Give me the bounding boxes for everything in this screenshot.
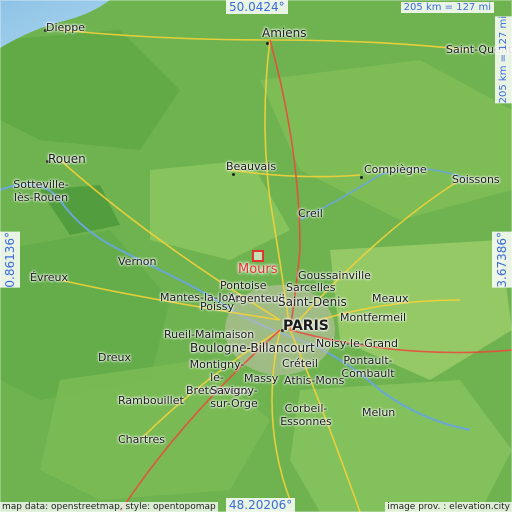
place-label: Amiens (262, 26, 307, 40)
place-label: Poissy (200, 300, 234, 313)
place-label: Pontault-Combault (341, 354, 395, 380)
location-marker[interactable] (252, 250, 264, 262)
city-dot (232, 173, 235, 176)
place-label: Dreux (98, 351, 131, 364)
place-label: Corbeil-Essonnes (280, 402, 332, 428)
place-label: Rueil-Malmaison (164, 328, 255, 341)
map-view[interactable]: Dieppe Amiens Saint-Quentin Rouen Sottev… (0, 0, 512, 512)
place-label: Créteil (282, 357, 318, 370)
place-label: Argenteuil (228, 292, 285, 305)
place-label: Évreux (30, 271, 68, 284)
place-label: Sotteville-lès-Rouen (13, 178, 69, 204)
place-label: Soissons (452, 173, 500, 186)
map-credit-right: image prov. : elevation.city (385, 502, 512, 512)
place-label: Compiègne (364, 163, 427, 176)
place-label: Rambouillet (118, 394, 184, 407)
place-label: Chartres (118, 433, 166, 446)
place-label: Noisy-le-Grand (316, 337, 398, 350)
place-label: Athis-Mons (284, 374, 345, 387)
city-dot (360, 176, 363, 179)
place-label: Meaux (372, 292, 409, 305)
longitude-left-label: 0.86136° (0, 232, 20, 288)
city-dot (266, 42, 269, 45)
scale-horizontal-label: 205 km = 127 mi (400, 2, 494, 13)
place-label: Vernon (118, 255, 157, 268)
place-label: Creil (298, 207, 323, 220)
latitude-bottom-label: 48.20206° (226, 498, 296, 512)
place-label: Savigny-sur-Orge (210, 384, 258, 410)
place-label: Dieppe (46, 21, 86, 34)
longitude-right-label: 3.67386° (492, 232, 512, 288)
place-label: Saint-Denis (278, 295, 347, 309)
map-credit-left: map data: openstreetmap, style: opentopo… (0, 502, 218, 512)
capital-label: PARIS (283, 318, 329, 334)
latitude-top-label: 50.0424° (226, 0, 288, 14)
place-label: Rouen (48, 152, 86, 166)
highlighted-place-label: Mours (238, 262, 278, 277)
place-label: Beauvais (226, 160, 277, 173)
place-label: Melun (362, 406, 396, 419)
place-label: Boulogne-Billancourt (190, 341, 315, 355)
place-label: Sarcelles (286, 281, 336, 294)
place-label: Montfermeil (340, 311, 407, 324)
scale-vertical-label: 205 km = 127 mi (495, 16, 512, 104)
